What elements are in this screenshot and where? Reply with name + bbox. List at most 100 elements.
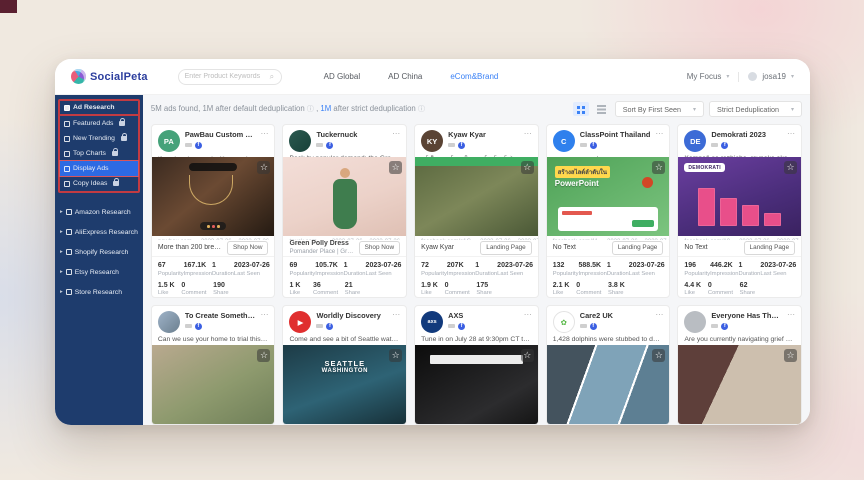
more-menu-icon[interactable]: ⋯ (655, 130, 663, 138)
ad-creative-image[interactable]: ☆ (152, 345, 275, 424)
favorite-star-icon[interactable]: ☆ (652, 349, 665, 362)
facebook-icon: f (458, 323, 465, 330)
ad-card-grid: PA PawBau Custom Jewelry f ⋯ If you're o… (151, 124, 802, 425)
favorite-star-icon[interactable]: ☆ (389, 161, 402, 174)
advertiser-avatar: ▶ (289, 311, 311, 333)
more-menu-icon[interactable]: ⋯ (524, 311, 532, 319)
more-menu-icon[interactable]: ⋯ (787, 130, 795, 138)
card-header-text: AXS f (448, 311, 519, 330)
advertiser-name[interactable]: AXS (448, 311, 519, 320)
user-menu[interactable]: josa19 (762, 72, 786, 81)
shop-now-button[interactable]: Shop Now (359, 241, 401, 255)
platform-icons: f (448, 142, 519, 149)
nav-ad-global[interactable]: AD Global (324, 72, 360, 81)
nav-ad-china[interactable]: AD China (388, 72, 422, 81)
more-menu-icon[interactable]: ⋯ (392, 311, 400, 319)
grid-view-button[interactable] (573, 102, 589, 116)
more-menu-icon[interactable]: ⋯ (260, 311, 268, 319)
facebook-icon: f (326, 323, 333, 330)
favorite-star-icon[interactable]: ☆ (784, 161, 797, 174)
product-row: No Text Landing Page (547, 240, 670, 257)
shop-now-button[interactable]: Shop Now (227, 241, 269, 255)
favorite-star-icon[interactable]: ☆ (389, 349, 402, 362)
more-menu-icon[interactable]: ⋯ (392, 130, 400, 138)
platform-icons: f (316, 142, 387, 149)
sidebar-item-etsy-research[interactable]: ▸ Etsy Research (58, 262, 140, 282)
ad-card: PA PawBau Custom Jewelry f ⋯ If you're o… (151, 124, 276, 298)
bar-chart-shape (698, 183, 781, 226)
advertiser-name[interactable]: ClassPoint Thailand (580, 130, 651, 139)
sidebar-item-aliexpress-research[interactable]: ▸ AliExpress Research (58, 222, 140, 242)
sidebar-item-label: Copy Ideas (73, 180, 107, 187)
ad-creative-image[interactable]: ☆ (415, 157, 538, 236)
nav-ecom-brand[interactable]: eCom&Brand (450, 72, 498, 81)
stat-comment: 0Comment (445, 282, 477, 297)
favorite-star-icon[interactable]: ☆ (521, 161, 534, 174)
card-header: C ClassPoint Thailand f ⋯ (547, 125, 670, 152)
favorite-star-icon[interactable]: ☆ (257, 161, 270, 174)
more-menu-icon[interactable]: ⋯ (787, 311, 795, 319)
info-icon[interactable]: ⓘ (418, 106, 425, 113)
card-header: Everyone Has The Freedom To... f ⋯ (678, 306, 801, 333)
ad-creative-image[interactable]: ☆ (283, 157, 406, 236)
advertiser-name[interactable]: Demokrati 2023 (711, 130, 782, 139)
stat-popularity: 132Popularity (553, 262, 579, 277)
advertiser-name[interactable]: Tuckernuck (316, 130, 387, 139)
sidebar-item-label: Display Ads (73, 165, 109, 172)
ad-creative-image[interactable]: สร้างสไลด์ลำดับใน PowerPoint ☆ (547, 157, 670, 236)
ad-creative-image[interactable]: ☆ (415, 345, 538, 424)
advertiser-name[interactable]: Worldly Discovery (316, 311, 387, 320)
ad-creative-image[interactable]: DEMOKRATI ☆ (678, 157, 801, 236)
info-icon[interactable]: ⓘ (307, 106, 314, 113)
search-icon[interactable]: ⌕ (270, 73, 274, 81)
ad-creative-image[interactable]: ☆ (152, 157, 275, 236)
favorite-star-icon[interactable]: ☆ (652, 161, 665, 174)
sidebar-item-shopify-research[interactable]: ▸ Shopify Research (58, 242, 140, 262)
advertiser-name[interactable]: Care2 UK (580, 311, 651, 320)
more-menu-icon[interactable]: ⋯ (260, 130, 268, 138)
advertiser-avatar (158, 311, 180, 333)
dedup-select[interactable]: Strict Deduplication ▾ (709, 101, 802, 117)
ad-creative-image[interactable]: ☆ (678, 345, 801, 424)
advertiser-name[interactable]: To Create Something Exceptio... (185, 311, 256, 320)
sidebar-item-top-charts[interactable]: Top Charts (60, 146, 138, 161)
sidebar-item-store-research[interactable]: ▸ Store Research (58, 282, 140, 302)
sidebar-item-ad-research[interactable]: Ad Research (60, 101, 138, 116)
more-menu-icon[interactable]: ⋯ (655, 311, 663, 319)
sidebar-item-new-trending[interactable]: New Trending (60, 131, 138, 146)
ad-network-icon (316, 324, 323, 328)
favorite-star-icon[interactable]: ☆ (257, 349, 270, 362)
my-focus-menu[interactable]: My Focus (687, 72, 722, 81)
advertiser-name[interactable]: Everyone Has The Freedom To... (711, 311, 782, 320)
advertiser-name[interactable]: PawBau Custom Jewelry (185, 130, 256, 139)
landing-page-button[interactable]: Landing Page (612, 241, 663, 255)
search-input[interactable] (185, 73, 267, 80)
stats-row-2: 1 KLike 36Comment 21Share (283, 279, 406, 299)
socialpeta-logo[interactable]: SocialPeta (71, 69, 148, 84)
landing-page-button[interactable]: Landing Page (480, 241, 531, 255)
landing-page-button[interactable]: Landing Page (744, 241, 795, 255)
more-menu-icon[interactable]: ⋯ (524, 130, 532, 138)
advertiser-name[interactable]: Kyaw Kyar (448, 130, 519, 139)
sidebar-item-amazon-research[interactable]: ▸ Amazon Research (58, 202, 140, 222)
sort-select[interactable]: Sort By First Seen ▾ (615, 101, 704, 117)
list-view-button[interactable] (594, 102, 610, 116)
sidebar-item-featured-ads[interactable]: Featured Ads (60, 116, 138, 131)
sidebar-item-display-ads[interactable]: Display Ads (60, 161, 138, 176)
stat-share: 175Share (476, 282, 500, 297)
ad-creative-image[interactable]: SEATTLE WASHINGTON ☆ (283, 345, 406, 424)
ad-description: Can we use your home to trial this new s… (152, 333, 275, 345)
platform-icons: f (580, 323, 651, 330)
sidebar-item-copy-ideas[interactable]: Copy Ideas (60, 176, 138, 191)
sidebar-item-label: Top Charts (73, 150, 106, 157)
strict-dedup-link[interactable]: 1M (320, 104, 331, 113)
top-bar: SocialPeta ⌕ AD Global AD China eCom&Bra… (55, 59, 810, 95)
favorite-star-icon[interactable]: ☆ (784, 349, 797, 362)
card-header-text: Worldly Discovery f (316, 311, 387, 330)
favorite-star-icon[interactable]: ☆ (521, 349, 534, 362)
logo-icon (71, 69, 86, 84)
ad-creative-image[interactable]: ☆ (547, 345, 670, 424)
product-name: Kyaw Kyar (421, 244, 454, 251)
product-row: Green Polly Dress Pomander Place | Green… (283, 240, 406, 257)
dedup-select-value: Strict Deduplication (717, 105, 779, 114)
